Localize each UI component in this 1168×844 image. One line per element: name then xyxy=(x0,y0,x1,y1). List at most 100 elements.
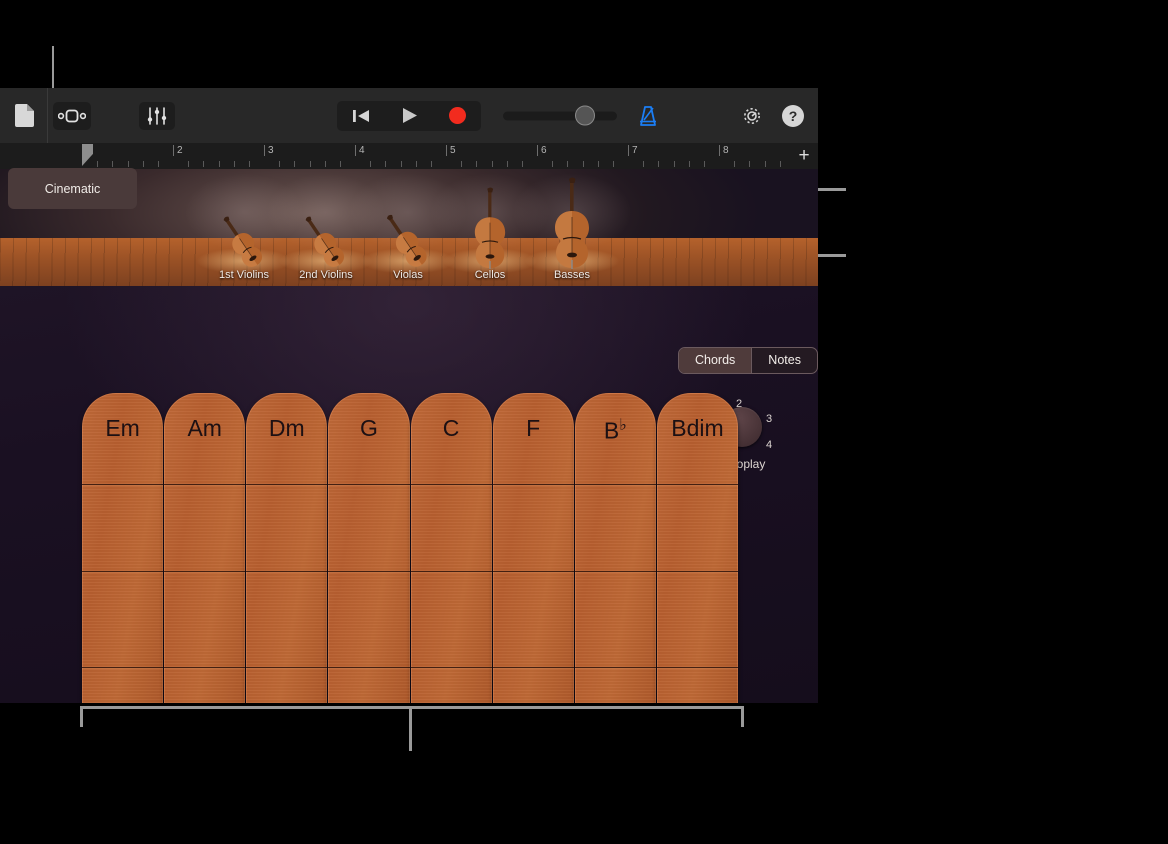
ruler-bar-number: 2 xyxy=(173,145,183,156)
ruler-tick xyxy=(780,161,781,167)
ruler-tick xyxy=(583,161,584,167)
gear-icon[interactable] xyxy=(738,102,766,130)
ruler-tick xyxy=(401,161,402,167)
callout-bracket-chord-strips xyxy=(80,706,744,727)
callout-bracket-stem xyxy=(409,709,412,751)
transport-controls xyxy=(337,101,481,131)
ruler-tick xyxy=(522,161,523,167)
ruler-tick xyxy=(203,161,204,167)
help-button[interactable]: ? xyxy=(781,104,805,128)
ruler-tick xyxy=(765,161,766,167)
chord-label: Am xyxy=(164,415,245,442)
rewind-button[interactable] xyxy=(337,101,385,131)
chord-strip[interactable]: B♭ xyxy=(575,393,656,703)
ruler-tick xyxy=(279,161,280,167)
ruler-tick xyxy=(643,161,644,167)
tab-notes[interactable]: Notes xyxy=(752,348,817,373)
ruler-tick xyxy=(704,161,705,167)
autoplay-label-3[interactable]: 3 xyxy=(766,413,772,425)
chord-strip-row-divider xyxy=(328,571,409,572)
ruler-tick xyxy=(370,161,371,167)
chord-strip-row-divider xyxy=(657,571,738,572)
chord-strip[interactable]: Em xyxy=(82,393,163,703)
ruler-tick xyxy=(674,161,675,167)
screenshot-root: ? 12345678 + 1st Violins xyxy=(0,0,1168,844)
chord-strip-row-divider xyxy=(493,667,574,668)
chord-strip-row-divider xyxy=(575,484,656,485)
chord-label: B♭ xyxy=(575,415,656,445)
ruler-tick xyxy=(158,161,159,167)
timeline-ruler[interactable]: 12345678 + xyxy=(0,143,818,169)
chord-label: Bdim xyxy=(657,415,738,442)
chord-strip-row-divider xyxy=(164,667,245,668)
chord-label: F xyxy=(493,415,574,442)
double-bass-icon xyxy=(524,191,620,269)
ruler-tick xyxy=(310,161,311,167)
record-button[interactable] xyxy=(433,101,481,131)
ruler-bar-number: 4 xyxy=(355,145,365,156)
mixer-icon[interactable] xyxy=(139,102,175,130)
chord-strip-row-divider xyxy=(411,484,492,485)
ruler-tick xyxy=(325,161,326,167)
chord-label: G xyxy=(328,415,409,442)
chord-strip-row-divider xyxy=(411,667,492,668)
chord-label: Dm xyxy=(246,415,327,442)
chord-strip[interactable]: Am xyxy=(164,393,245,703)
ruler-tick xyxy=(128,161,129,167)
toolbar: ? xyxy=(0,88,818,143)
ruler-tick xyxy=(112,161,113,167)
instrument-name-callout: Cinematic xyxy=(8,168,137,209)
ruler-bar-number: 6 xyxy=(537,145,547,156)
chord-strip[interactable]: Dm xyxy=(246,393,327,703)
ruler-tick xyxy=(749,161,750,167)
ruler-tick xyxy=(598,161,599,167)
ruler-bar-number: 8 xyxy=(719,145,729,156)
chord-strip-row-divider xyxy=(246,571,327,572)
play-button[interactable] xyxy=(385,101,433,131)
ruler-tick xyxy=(219,161,220,167)
chord-strip-row-divider xyxy=(246,484,327,485)
tab-chords[interactable]: Chords xyxy=(679,348,751,373)
autoplay-label-4[interactable]: 4 xyxy=(766,439,772,451)
master-volume-slider[interactable] xyxy=(503,111,617,120)
chord-strip-row-divider xyxy=(493,571,574,572)
ruler-tick xyxy=(689,161,690,167)
ruler-tick xyxy=(97,161,98,167)
chord-strip-row-divider xyxy=(164,571,245,572)
ruler-tick xyxy=(734,161,735,167)
chord-strip-row-divider xyxy=(328,667,409,668)
ruler-tick xyxy=(476,161,477,167)
ruler-tick xyxy=(552,161,553,167)
chord-strip[interactable]: Bdim xyxy=(657,393,738,703)
ruler-tick xyxy=(385,161,386,167)
ruler-tick xyxy=(431,161,432,167)
chord-strip-row-divider xyxy=(657,484,738,485)
document-icon[interactable] xyxy=(8,100,40,132)
chord-strip[interactable]: C xyxy=(411,393,492,703)
chord-strip-row-divider xyxy=(82,484,163,485)
ruler-tick xyxy=(294,161,295,167)
ruler-tick xyxy=(340,161,341,167)
chord-label: C xyxy=(411,415,492,442)
chord-label: Em xyxy=(82,415,163,442)
master-volume-knob[interactable] xyxy=(575,106,595,126)
chord-strip-row-divider xyxy=(82,571,163,572)
chord-strip-row-divider xyxy=(657,667,738,668)
ruler-tick xyxy=(461,161,462,167)
metronome-icon[interactable] xyxy=(634,101,662,131)
chord-strip-row-divider xyxy=(575,571,656,572)
ruler-tick xyxy=(492,161,493,167)
chord-strip-row-divider xyxy=(411,571,492,572)
chord-strip[interactable]: G xyxy=(328,393,409,703)
chord-strip-row-divider xyxy=(575,667,656,668)
chord-strip-row-divider xyxy=(246,667,327,668)
orchestra-player[interactable]: Basses xyxy=(524,191,620,286)
track-view-icon[interactable] xyxy=(53,102,91,130)
playhead[interactable] xyxy=(82,144,93,166)
ruler-tick xyxy=(507,161,508,167)
ruler-tick xyxy=(567,161,568,167)
chords-notes-toggle[interactable]: Chords Notes xyxy=(678,347,818,374)
add-section-button[interactable]: + xyxy=(792,143,816,169)
svg-text:?: ? xyxy=(789,108,798,124)
chord-strip[interactable]: F xyxy=(493,393,574,703)
